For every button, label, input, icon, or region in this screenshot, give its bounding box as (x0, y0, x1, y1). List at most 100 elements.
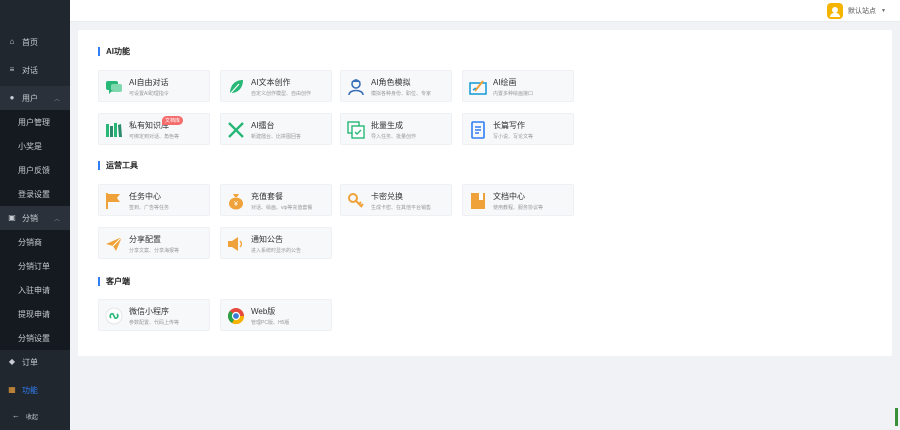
card-title: AI自由对话 (129, 78, 169, 87)
card-description: 签到、广告等任务 (129, 205, 170, 211)
sidebar-sub-label: 用户管理 (18, 117, 50, 127)
sidebar-item-label: 用户 (22, 93, 38, 103)
sidebar-sub-login-settings[interactable]: 登录设置 (0, 182, 70, 206)
card-description: 管理PC版、H5版 (251, 320, 290, 326)
feature-card[interactable]: 私有知识库 可绑定到对话、角色等 文档库 (98, 113, 210, 145)
scroll-indicator (895, 408, 898, 426)
chevron-up-icon: ︿ (53, 96, 60, 103)
card-title: 卡密兑换 (371, 192, 403, 201)
sidebar-sub-label: 小奖是 (18, 141, 42, 151)
sidebar: ⌂ 首页 ≡ 对话 ● 用户 ︿ 用户管理 小奖是 用户反馈 登录设置 ▣ 分销… (0, 0, 70, 430)
caret-down-icon: ▼ (881, 8, 886, 14)
paint-icon (469, 78, 487, 96)
section-title: 运营工具 (98, 161, 138, 170)
card-description: 参数配置、代码上传等 (129, 320, 180, 326)
feature-card[interactable]: 文档中心 使用教程、服务协议等 (462, 184, 574, 216)
feature-card[interactable]: 分享配置 分享文案、分享海报等 (98, 227, 210, 259)
sidebar-item-label: 分销 (22, 213, 38, 223)
feature-card[interactable]: Web版 管理PC版、H5版 (220, 299, 332, 331)
sidebar-item-features[interactable]: ▦ 功能 (0, 378, 70, 402)
sidebar-collapse-button[interactable]: ← 收起 (0, 404, 70, 428)
batch-icon (347, 121, 365, 139)
card-title: 微信小程序 (129, 307, 169, 316)
flag-icon (105, 192, 123, 210)
sidebar-sub-user-manage[interactable]: 用户管理 (0, 110, 70, 134)
feature-card[interactable]: ¥ 充值套餐 对话、绘画、vip等充值套餐 (220, 184, 332, 216)
card-description: 内置多种绘画接口 (493, 91, 534, 97)
grid-icon: ▦ (8, 385, 16, 394)
person-icon (347, 78, 365, 96)
avatar (827, 3, 844, 19)
document-icon (469, 121, 487, 139)
sidebar-sub-label: 入驻申请 (18, 285, 50, 295)
card-description: 使用教程、服务协议等 (493, 205, 544, 211)
card-badge: 文档库 (162, 116, 184, 125)
feature-card[interactable]: AI绘画 内置多种绘画接口 (462, 70, 574, 102)
card-title: 长篇写作 (493, 121, 525, 130)
sidebar-sub-distributor[interactable]: 分销商 (0, 230, 70, 254)
books-icon (105, 121, 123, 139)
sidebar-sub-dist-orders[interactable]: 分销订单 (0, 254, 70, 278)
sidebar-item-label: 功能 (22, 385, 38, 395)
sidebar-sub-feedback[interactable]: 用户反馈 (0, 158, 70, 182)
sidebar-item-users[interactable]: ● 用户 ︿ (0, 86, 70, 110)
card-title: AI文本创作 (251, 78, 291, 87)
sidebar-sub-label: 用户反馈 (18, 165, 50, 175)
sidebar-sub-label: 登录设置 (18, 189, 50, 199)
svg-text:¥: ¥ (234, 201, 238, 208)
feature-card[interactable]: 通知公告 进入系统时显示的公告 (220, 227, 332, 259)
sidebar-sub-mini[interactable]: 小奖是 (0, 134, 70, 158)
sidebar-item-home[interactable]: ⌂ 首页 (0, 30, 70, 54)
card-title: 充值套餐 (251, 192, 283, 201)
features-panel: AI功能 运营工具 客户端 AI自由对话 可设置AI助理指令 AI文本创作 自定… (78, 30, 892, 356)
miniprogram-icon (105, 307, 123, 325)
feature-card[interactable]: 微信小程序 参数配置、代码上传等 (98, 299, 210, 331)
card-description: 新建擂台、比拼图回答 (251, 134, 302, 140)
sidebar-sub-label: 分销订单 (18, 261, 50, 271)
sidebar-item-label: 对话 (22, 65, 38, 75)
feature-card[interactable]: 任务中心 签到、广告等任务 (98, 184, 210, 216)
feature-card[interactable]: 批量生成 导入任务、批量创作 (340, 113, 452, 145)
card-title: Web版 (251, 307, 276, 316)
card-description: 可设置AI助理指令 (129, 91, 169, 97)
paper-plane-icon (105, 235, 123, 253)
card-description: 对话、绘画、vip等充值套餐 (251, 205, 313, 211)
speaker-icon (227, 235, 245, 253)
section-title: AI功能 (98, 47, 130, 56)
sidebar-sub-dist-settings[interactable]: 分销设置 (0, 326, 70, 350)
card-description: 导入任务、批量创作 (371, 134, 417, 140)
card-description: 模拟各种身份、职位、专家 (371, 91, 432, 97)
card-title: 文档中心 (493, 192, 525, 201)
chevron-up-icon: ︿ (53, 216, 60, 223)
sidebar-sub-withdraw[interactable]: 提现申请 (0, 302, 70, 326)
card-title: 分享配置 (129, 235, 161, 244)
feature-card[interactable]: AI擂台 新建擂台、比拼图回答 (220, 113, 332, 145)
sidebar-item-distribution[interactable]: ▣ 分销 ︿ (0, 206, 70, 230)
card-description: 自定义创作模型、自由创作 (251, 91, 312, 97)
money-bag-icon: ¥ (227, 192, 245, 210)
doc-center-icon (469, 192, 487, 210)
card-title: 任务中心 (129, 192, 161, 201)
card-description: 生成卡密、在其他平台销售 (371, 205, 432, 211)
card-description: 分享文案、分享海报等 (129, 248, 180, 254)
card-title: 批量生成 (371, 121, 403, 130)
sidebar-item-label: 首页 (22, 37, 38, 47)
feature-card[interactable]: 卡密兑换 生成卡密、在其他平台销售 (340, 184, 452, 216)
chrome-icon (227, 307, 245, 325)
feature-card[interactable]: AI角色模拟 模拟各种身份、职位、专家 (340, 70, 452, 102)
card-title: AI绘画 (493, 78, 517, 87)
user-menu[interactable]: 默认站点 ▼ (827, 2, 886, 20)
user-icon: ● (9, 93, 15, 102)
key-icon (347, 192, 365, 210)
section-title: 客户端 (98, 277, 130, 286)
feature-card[interactable]: AI文本创作 自定义创作模型、自由创作 (220, 70, 332, 102)
sidebar-sub-apply[interactable]: 入驻申请 (0, 278, 70, 302)
feature-card[interactable]: 长篇写作 写小说、写论文等 (462, 113, 574, 145)
sidebar-item-orders[interactable]: ◆ 订单 (0, 350, 70, 374)
feature-card[interactable]: AI自由对话 可设置AI助理指令 (98, 70, 210, 102)
sidebar-item-chat[interactable]: ≡ 对话 (0, 58, 70, 82)
card-description: 进入系统时显示的公告 (251, 248, 302, 254)
card-title: AI角色模拟 (371, 78, 411, 87)
card-description: 可绑定到对话、角色等 (129, 134, 180, 140)
share-icon: ▣ (8, 213, 16, 222)
